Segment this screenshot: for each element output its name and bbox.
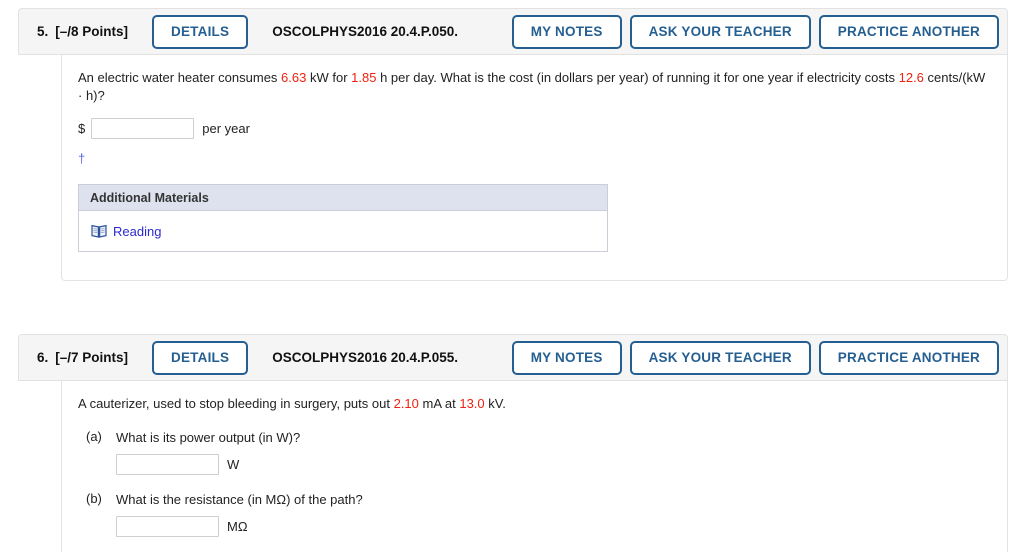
additional-materials-body: Reading (79, 211, 607, 251)
answer-row-5: $ per year (78, 118, 991, 139)
prompt-value-current: 2.10 (393, 396, 419, 411)
answer-input-6a[interactable] (116, 454, 219, 475)
part-label-a: (a) (86, 429, 102, 444)
book-icon (91, 224, 107, 238)
question-code-6: OSCOLPHYS2016 20.4.P.055. (272, 350, 459, 365)
question-prompt-6: A cauterizer, used to stop bleeding in s… (78, 395, 988, 413)
question-points-6: [–/7 Points] (55, 350, 129, 365)
prompt-text-segment: h per day. What is the cost (in dollars … (376, 70, 899, 85)
part-answer-row-a: W (116, 454, 991, 475)
question-header-5: 5. [–/8 Points] DETAILS OSCOLPHYS2016 20… (18, 8, 1008, 55)
part-text-b: What is the resistance (in MΩ) of the pa… (116, 492, 363, 507)
question-part-b: (b) What is the resistance (in MΩ) of th… (78, 491, 991, 537)
answer-input-6b[interactable] (116, 516, 219, 537)
prompt-text-segment: kV. (484, 396, 506, 411)
question-actions-6: MY NOTES ASK YOUR TEACHER PRACTICE ANOTH… (511, 340, 999, 375)
question-number-6: 6. (37, 350, 49, 365)
practice-another-button-5[interactable]: PRACTICE ANOTHER (818, 14, 999, 49)
my-notes-button-6[interactable]: MY NOTES (511, 340, 622, 375)
question-body-6: A cauterizer, used to stop bleeding in s… (61, 381, 1008, 552)
question-header-6: 6. [–/7 Points] DETAILS OSCOLPHYS2016 20… (18, 334, 1008, 381)
question-prompt-5: An electric water heater consumes 6.63 k… (78, 69, 988, 105)
assignment-page: 5. [–/8 Points] DETAILS OSCOLPHYS2016 20… (0, 0, 1024, 552)
prompt-value-voltage: 13.0 (459, 396, 485, 411)
prompt-text-segment: mA at (418, 396, 460, 411)
prompt-value-power: 6.63 (281, 70, 307, 85)
answer-unit-5: per year (202, 121, 250, 136)
prompt-value-rate: 12.6 (898, 70, 924, 85)
question-panel-5: 5. [–/8 Points] DETAILS OSCOLPHYS2016 20… (18, 8, 1008, 281)
part-content-b: What is the resistance (in MΩ) of the pa… (116, 491, 991, 537)
prompt-value-hours: 1.85 (351, 70, 377, 85)
my-notes-button-5[interactable]: MY NOTES (511, 14, 622, 49)
part-text-a: What is its power output (in W)? (116, 430, 301, 445)
answer-unit-6b: MΩ (227, 519, 248, 534)
question-actions-5: MY NOTES ASK YOUR TEACHER PRACTICE ANOTH… (511, 14, 999, 49)
question-body-5: An electric water heater consumes 6.63 k… (61, 55, 1008, 281)
ask-your-teacher-button-5[interactable]: ASK YOUR TEACHER (629, 14, 811, 49)
answer-unit-6a: W (227, 457, 240, 472)
currency-symbol: $ (78, 121, 86, 136)
footnote-dagger-link[interactable]: † (78, 152, 991, 165)
reading-link[interactable]: Reading (113, 224, 161, 239)
practice-another-button-6[interactable]: PRACTICE ANOTHER (818, 340, 999, 375)
part-label-b: (b) (86, 491, 102, 506)
ask-your-teacher-button-6[interactable]: ASK YOUR TEACHER (629, 340, 811, 375)
question-panel-6: 6. [–/7 Points] DETAILS OSCOLPHYS2016 20… (18, 334, 1008, 552)
answer-input-5[interactable] (91, 118, 195, 139)
question-code-5: OSCOLPHYS2016 20.4.P.050. (272, 24, 459, 39)
question-points-5: [–/8 Points] (55, 24, 129, 39)
question-number-5: 5. (37, 24, 49, 39)
details-button-5[interactable]: DETAILS (152, 14, 249, 49)
prompt-text-segment: An electric water heater consumes (78, 70, 282, 85)
prompt-text-segment: A cauterizer, used to stop bleeding in s… (78, 396, 394, 411)
part-content-a: What is its power output (in W)? W (116, 429, 991, 475)
details-button-6[interactable]: DETAILS (152, 340, 249, 375)
additional-materials-box-5: Additional Materials Reading (78, 184, 608, 252)
additional-materials-title: Additional Materials (79, 185, 607, 211)
question-part-a: (a) What is its power output (in W)? W (78, 429, 991, 475)
prompt-text-segment: kW for (306, 70, 352, 85)
part-answer-row-b: MΩ (116, 516, 991, 537)
